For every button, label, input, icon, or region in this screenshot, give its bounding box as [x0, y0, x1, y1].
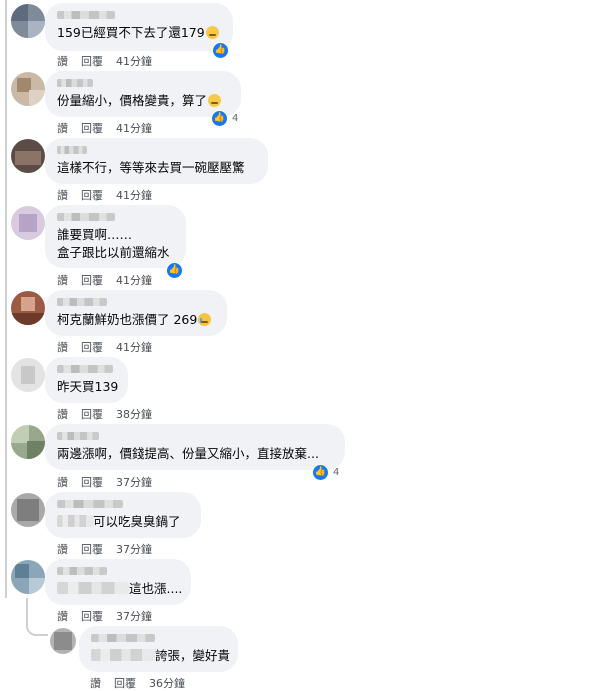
commenter-name-blurred[interactable]	[57, 567, 107, 575]
commenter-name-blurred[interactable]	[57, 146, 87, 154]
commenter-name-blurred[interactable]	[57, 432, 99, 440]
like-button[interactable]: 讚	[57, 339, 68, 355]
reply-button[interactable]: 回覆	[81, 406, 103, 422]
reply-button[interactable]: 回覆	[81, 474, 103, 490]
avatar[interactable]	[11, 425, 45, 459]
commenter-name-blurred[interactable]	[57, 11, 115, 19]
like-reaction-icon: 👍	[166, 261, 183, 279]
comment-bubble: 兩邊漲啊，價錢提高、份量又縮小，直接放棄...	[45, 424, 345, 470]
comment-text: 昨天買139	[57, 379, 119, 394]
comment-bubble: 誇張，變好貴	[79, 626, 238, 672]
avatar[interactable]	[11, 291, 45, 325]
comment-text: 柯克蘭鮮奶也漲價了 269	[57, 312, 198, 327]
like-button[interactable]: 讚	[57, 53, 68, 69]
reply-button[interactable]: 回覆	[81, 272, 103, 288]
comment-text: 159已經買不下去了還179	[57, 25, 205, 40]
timestamp[interactable]: 37分鐘	[116, 474, 152, 490]
timestamp[interactable]: 41分鐘	[116, 187, 152, 203]
reply-button[interactable]: 回覆	[81, 120, 103, 136]
timestamp[interactable]: 37分鐘	[116, 608, 152, 624]
avatar[interactable]	[11, 206, 45, 240]
comment-text: 這樣不行，等等來去買一碗壓壓驚	[57, 160, 245, 175]
commenter-name-blurred[interactable]	[57, 79, 93, 87]
comment-bubble: 柯克蘭鮮奶也漲價了 269	[45, 290, 227, 336]
mention-blurred[interactable]	[57, 582, 129, 594]
timestamp[interactable]: 38分鐘	[116, 406, 152, 422]
avatar[interactable]	[11, 4, 45, 38]
like-reaction-icon: 👍	[211, 109, 228, 127]
sweat-smile-emoji	[205, 26, 219, 39]
reaction-summary[interactable]: 👍	[166, 261, 183, 279]
timestamp[interactable]: 41分鐘	[116, 53, 152, 69]
reaction-count: 4	[333, 466, 340, 478]
reply-button[interactable]: 回覆	[81, 53, 103, 69]
like-button[interactable]: 讚	[57, 120, 68, 136]
reaction-summary[interactable]: 👍 4	[211, 109, 238, 127]
like-button[interactable]: 讚	[57, 272, 68, 288]
timestamp[interactable]: 41分鐘	[116, 272, 152, 288]
comment-bubble: 這樣不行，等等來去買一碗壓壓驚	[45, 138, 268, 184]
timestamp[interactable]: 36分鐘	[149, 675, 185, 691]
commenter-name-blurred[interactable]	[57, 500, 123, 508]
reaction-summary[interactable]: 👍	[212, 41, 229, 59]
commenter-name-blurred[interactable]	[57, 298, 107, 306]
comment-bubble: 昨天買139	[45, 357, 128, 403]
thread-line	[5, 0, 7, 598]
commenter-name-blurred[interactable]	[91, 634, 155, 642]
like-reaction-icon: 👍	[212, 41, 229, 59]
reply-connector	[26, 598, 48, 636]
avatar[interactable]	[11, 493, 45, 527]
like-reaction-icon: 👍	[312, 463, 329, 481]
like-button[interactable]: 讚	[57, 608, 68, 624]
reply-button[interactable]: 回覆	[81, 541, 103, 557]
comment-text-line-1: 誰要買啊……	[57, 227, 133, 242]
sweat-smile-emoji	[208, 94, 222, 107]
comment-bubble: 這也漲....	[45, 559, 191, 605]
commenter-name-blurred[interactable]	[57, 213, 115, 221]
avatar[interactable]	[11, 358, 45, 392]
comment-text-line-2: 盒子跟比以前還縮水	[57, 245, 170, 260]
mention-blurred[interactable]	[57, 515, 93, 527]
avatar[interactable]	[50, 628, 76, 654]
like-button[interactable]: 讚	[90, 675, 101, 691]
reply-button[interactable]: 回覆	[114, 675, 136, 691]
reply-button[interactable]: 回覆	[81, 608, 103, 624]
avatar[interactable]	[11, 560, 45, 594]
comment-text: 這也漲....	[129, 581, 183, 596]
reply-button[interactable]: 回覆	[81, 187, 103, 203]
comment-bubble: 誰要買啊…… 盒子跟比以前還縮水	[45, 205, 186, 268]
comment-text: 份量縮小，價格變貴，算了	[57, 93, 208, 108]
avatar[interactable]	[11, 72, 45, 106]
reply-button[interactable]: 回覆	[81, 339, 103, 355]
like-button[interactable]: 讚	[57, 541, 68, 557]
timestamp[interactable]: 41分鐘	[116, 120, 152, 136]
reaction-count: 4	[232, 112, 239, 124]
comment-text: 兩邊漲啊，價錢提高、份量又縮小，直接放棄...	[57, 446, 319, 461]
mention-blurred[interactable]	[91, 649, 155, 661]
comment-bubble: 159已經買不下去了還179	[45, 3, 233, 51]
comment-bubble: 可以吃臭臭鍋了	[45, 492, 201, 538]
commenter-name-blurred[interactable]	[57, 365, 113, 373]
crying-emoji	[198, 313, 212, 326]
comment-text: 誇張，變好貴	[155, 648, 231, 663]
reaction-summary[interactable]: 👍 4	[312, 463, 339, 481]
comment-text: 可以吃臭臭鍋了	[93, 514, 181, 529]
timestamp[interactable]: 37分鐘	[116, 541, 152, 557]
like-button[interactable]: 讚	[57, 406, 68, 422]
avatar[interactable]	[11, 139, 45, 173]
like-button[interactable]: 讚	[57, 474, 68, 490]
timestamp[interactable]: 41分鐘	[116, 339, 152, 355]
like-button[interactable]: 讚	[57, 187, 68, 203]
